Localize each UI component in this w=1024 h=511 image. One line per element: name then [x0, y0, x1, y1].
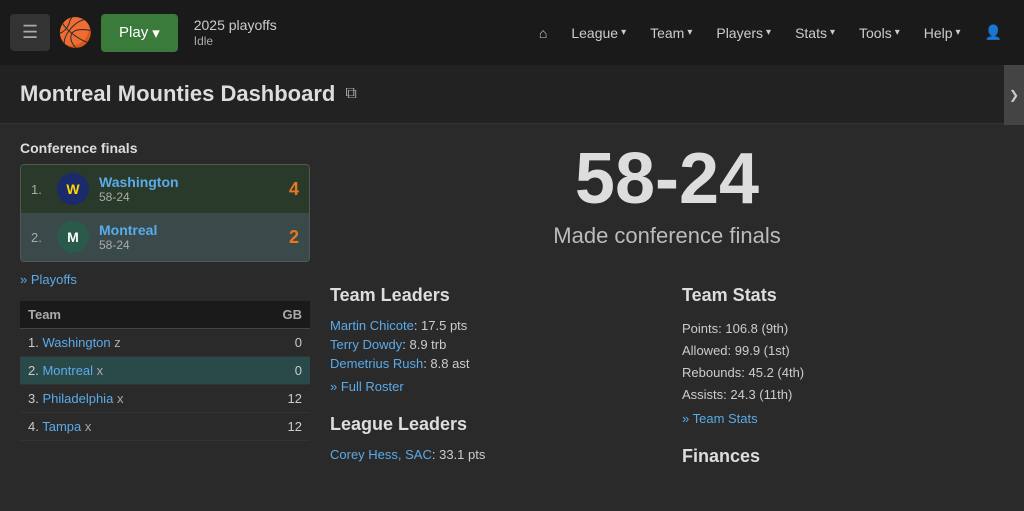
- team-stats-section: Team Stats Points: 106.8 (9th)Allowed: 9…: [682, 285, 1004, 466]
- nav-players[interactable]: Players ▾: [704, 0, 783, 65]
- external-link-icon[interactable]: ⧉: [345, 85, 356, 103]
- league-leader-stat: : 33.1 pts: [432, 447, 485, 462]
- leader-line: Martin Chicote: 17.5 pts: [330, 318, 652, 333]
- conf-team-info-2: Montreal 58-24: [99, 222, 269, 252]
- montreal-link[interactable]: Montreal: [99, 222, 157, 238]
- team-leaders-list: Martin Chicote: 17.5 pts Terry Dowdy: 8.9…: [330, 318, 652, 371]
- team-stat-line: Rebounds: 45.2 (4th): [682, 362, 1004, 384]
- conf-team-name-1: Washington: [99, 174, 269, 190]
- standings-team-link[interactable]: Montreal: [42, 363, 93, 378]
- basketball-icon: 🏀: [58, 16, 93, 49]
- leader-name-link[interactable]: Terry Dowdy: [330, 337, 402, 352]
- page-title: Montreal Mounties Dashboard: [20, 81, 335, 107]
- conf-row-2: 2. M Montreal 58-24 2: [21, 213, 309, 261]
- team-stats-link[interactable]: » Team Stats: [682, 411, 1004, 426]
- team-stats-heading: Team Stats: [682, 285, 1004, 306]
- conf-team-info-1: Washington 58-24: [99, 174, 269, 204]
- nav-team[interactable]: Team ▾: [638, 0, 704, 65]
- standings-team-cell: 1. Washington z: [20, 329, 240, 357]
- standings-row: 1. Washington z 0: [20, 329, 310, 357]
- big-record-section: 58-24 Made conference finals: [330, 140, 1004, 265]
- leader-stat: : 8.8 ast: [423, 356, 469, 371]
- team-leaders-heading: Team Leaders: [330, 285, 652, 306]
- league-leaders-list: Corey Hess, SAC: 33.1 pts: [330, 447, 652, 462]
- standings-team-header: Team: [20, 301, 240, 329]
- season-title: 2025 playoffs: [194, 16, 277, 34]
- left-column: Conference finals 1. W Washington 58-24 …: [20, 140, 310, 467]
- conf-record-2: 58-24: [99, 238, 269, 252]
- conference-box: 1. W Washington 58-24 4 2. M Montreal 5: [20, 164, 310, 262]
- sidebar-toggle[interactable]: ❯: [1004, 65, 1024, 125]
- team-stat-line: Assists: 24.3 (11th): [682, 384, 1004, 406]
- leader-stat: : 8.9 trb: [402, 337, 446, 352]
- full-roster-link[interactable]: » Full Roster: [330, 379, 404, 394]
- nav-user[interactable]: 👤: [973, 0, 1014, 65]
- nav-links: ⌂ League ▾ Team ▾ Players ▾ Stats ▾ Tool…: [527, 0, 1014, 65]
- standings-gb-cell: 0: [240, 329, 310, 357]
- user-icon: 👤: [985, 24, 1002, 41]
- standings-gb-cell: 12: [240, 385, 310, 413]
- big-record: 58-24: [330, 140, 1004, 219]
- leader-name-link[interactable]: Demetrius Rush: [330, 356, 423, 371]
- standings-team-link[interactable]: Tampa: [42, 419, 81, 434]
- conf-rank-1: 1.: [31, 182, 47, 197]
- page-header: Montreal Mounties Dashboard ⧉: [0, 65, 1024, 124]
- team-stats-list: Points: 106.8 (9th)Allowed: 99.9 (1st)Re…: [682, 318, 1004, 406]
- record-subtitle: Made conference finals: [330, 223, 1004, 249]
- season-info: 2025 playoffs Idle: [194, 16, 277, 50]
- play-button[interactable]: Play: [101, 14, 178, 52]
- conf-score-2: 2: [279, 227, 299, 248]
- main-content: Conference finals 1. W Washington 58-24 …: [0, 124, 1024, 483]
- nav-stats[interactable]: Stats ▾: [783, 0, 847, 65]
- league-leader-line: Corey Hess, SAC: 33.1 pts: [330, 447, 652, 462]
- navbar: ☰ 🏀 Play 2025 playoffs Idle ⌂ League ▾ T…: [0, 0, 1024, 65]
- conf-score-1: 4: [279, 179, 299, 200]
- leader-name-link[interactable]: Martin Chicote: [330, 318, 414, 333]
- montreal-logo: M: [57, 221, 89, 253]
- nav-help[interactable]: Help ▾: [912, 0, 973, 65]
- leader-line: Demetrius Rush: 8.8 ast: [330, 356, 652, 371]
- washington-link[interactable]: Washington: [99, 174, 179, 190]
- nav-home[interactable]: ⌂: [527, 0, 559, 65]
- standings-row: 3. Philadelphia x 12: [20, 385, 310, 413]
- conf-rank-2: 2.: [31, 230, 47, 245]
- nav-tools[interactable]: Tools ▾: [847, 0, 912, 65]
- league-leader-link[interactable]: Corey Hess, SAC: [330, 447, 432, 462]
- two-col-grid: Team Leaders Martin Chicote: 17.5 pts Ter…: [330, 285, 1004, 466]
- standings-gb-cell: 0: [240, 357, 310, 385]
- standings-table: Team GB 1. Washington z 0 2. Montreal x …: [20, 301, 310, 441]
- team-stat-line: Points: 106.8 (9th): [682, 318, 1004, 340]
- leader-line: Terry Dowdy: 8.9 trb: [330, 337, 652, 352]
- standings-team-cell: 2. Montreal x: [20, 357, 240, 385]
- standings-row: 4. Tampa x 12: [20, 413, 310, 441]
- standings-gb-cell: 12: [240, 413, 310, 441]
- conference-section-title: Conference finals: [20, 140, 310, 156]
- standings-row: 2. Montreal x 0: [20, 357, 310, 385]
- conf-record-1: 58-24: [99, 190, 269, 204]
- team-stat-line: Allowed: 99.9 (1st): [682, 340, 1004, 362]
- center-column: 58-24 Made conference finals Team Leader…: [330, 140, 1004, 467]
- hamburger-button[interactable]: ☰: [10, 14, 50, 51]
- nav-league[interactable]: League ▾: [559, 0, 638, 65]
- conf-row-1: 1. W Washington 58-24 4: [21, 165, 309, 213]
- season-subtitle: Idle: [194, 34, 277, 50]
- finances-heading: Finances: [682, 446, 1004, 467]
- standings-gb-header: GB: [240, 301, 310, 329]
- conf-team-name-2: Montreal: [99, 222, 269, 238]
- standings-team-link[interactable]: Washington: [42, 335, 110, 350]
- hamburger-icon: ☰: [22, 22, 38, 42]
- washington-logo: W: [57, 173, 89, 205]
- playoffs-link[interactable]: » Playoffs: [20, 272, 310, 287]
- standings-team-link[interactable]: Philadelphia: [42, 391, 113, 406]
- home-icon: ⌂: [539, 25, 547, 41]
- leader-stat: : 17.5 pts: [414, 318, 467, 333]
- standings-team-cell: 4. Tampa x: [20, 413, 240, 441]
- standings-team-cell: 3. Philadelphia x: [20, 385, 240, 413]
- league-leaders-heading: League Leaders: [330, 414, 652, 435]
- team-leaders-section: Team Leaders Martin Chicote: 17.5 pts Ter…: [330, 285, 652, 466]
